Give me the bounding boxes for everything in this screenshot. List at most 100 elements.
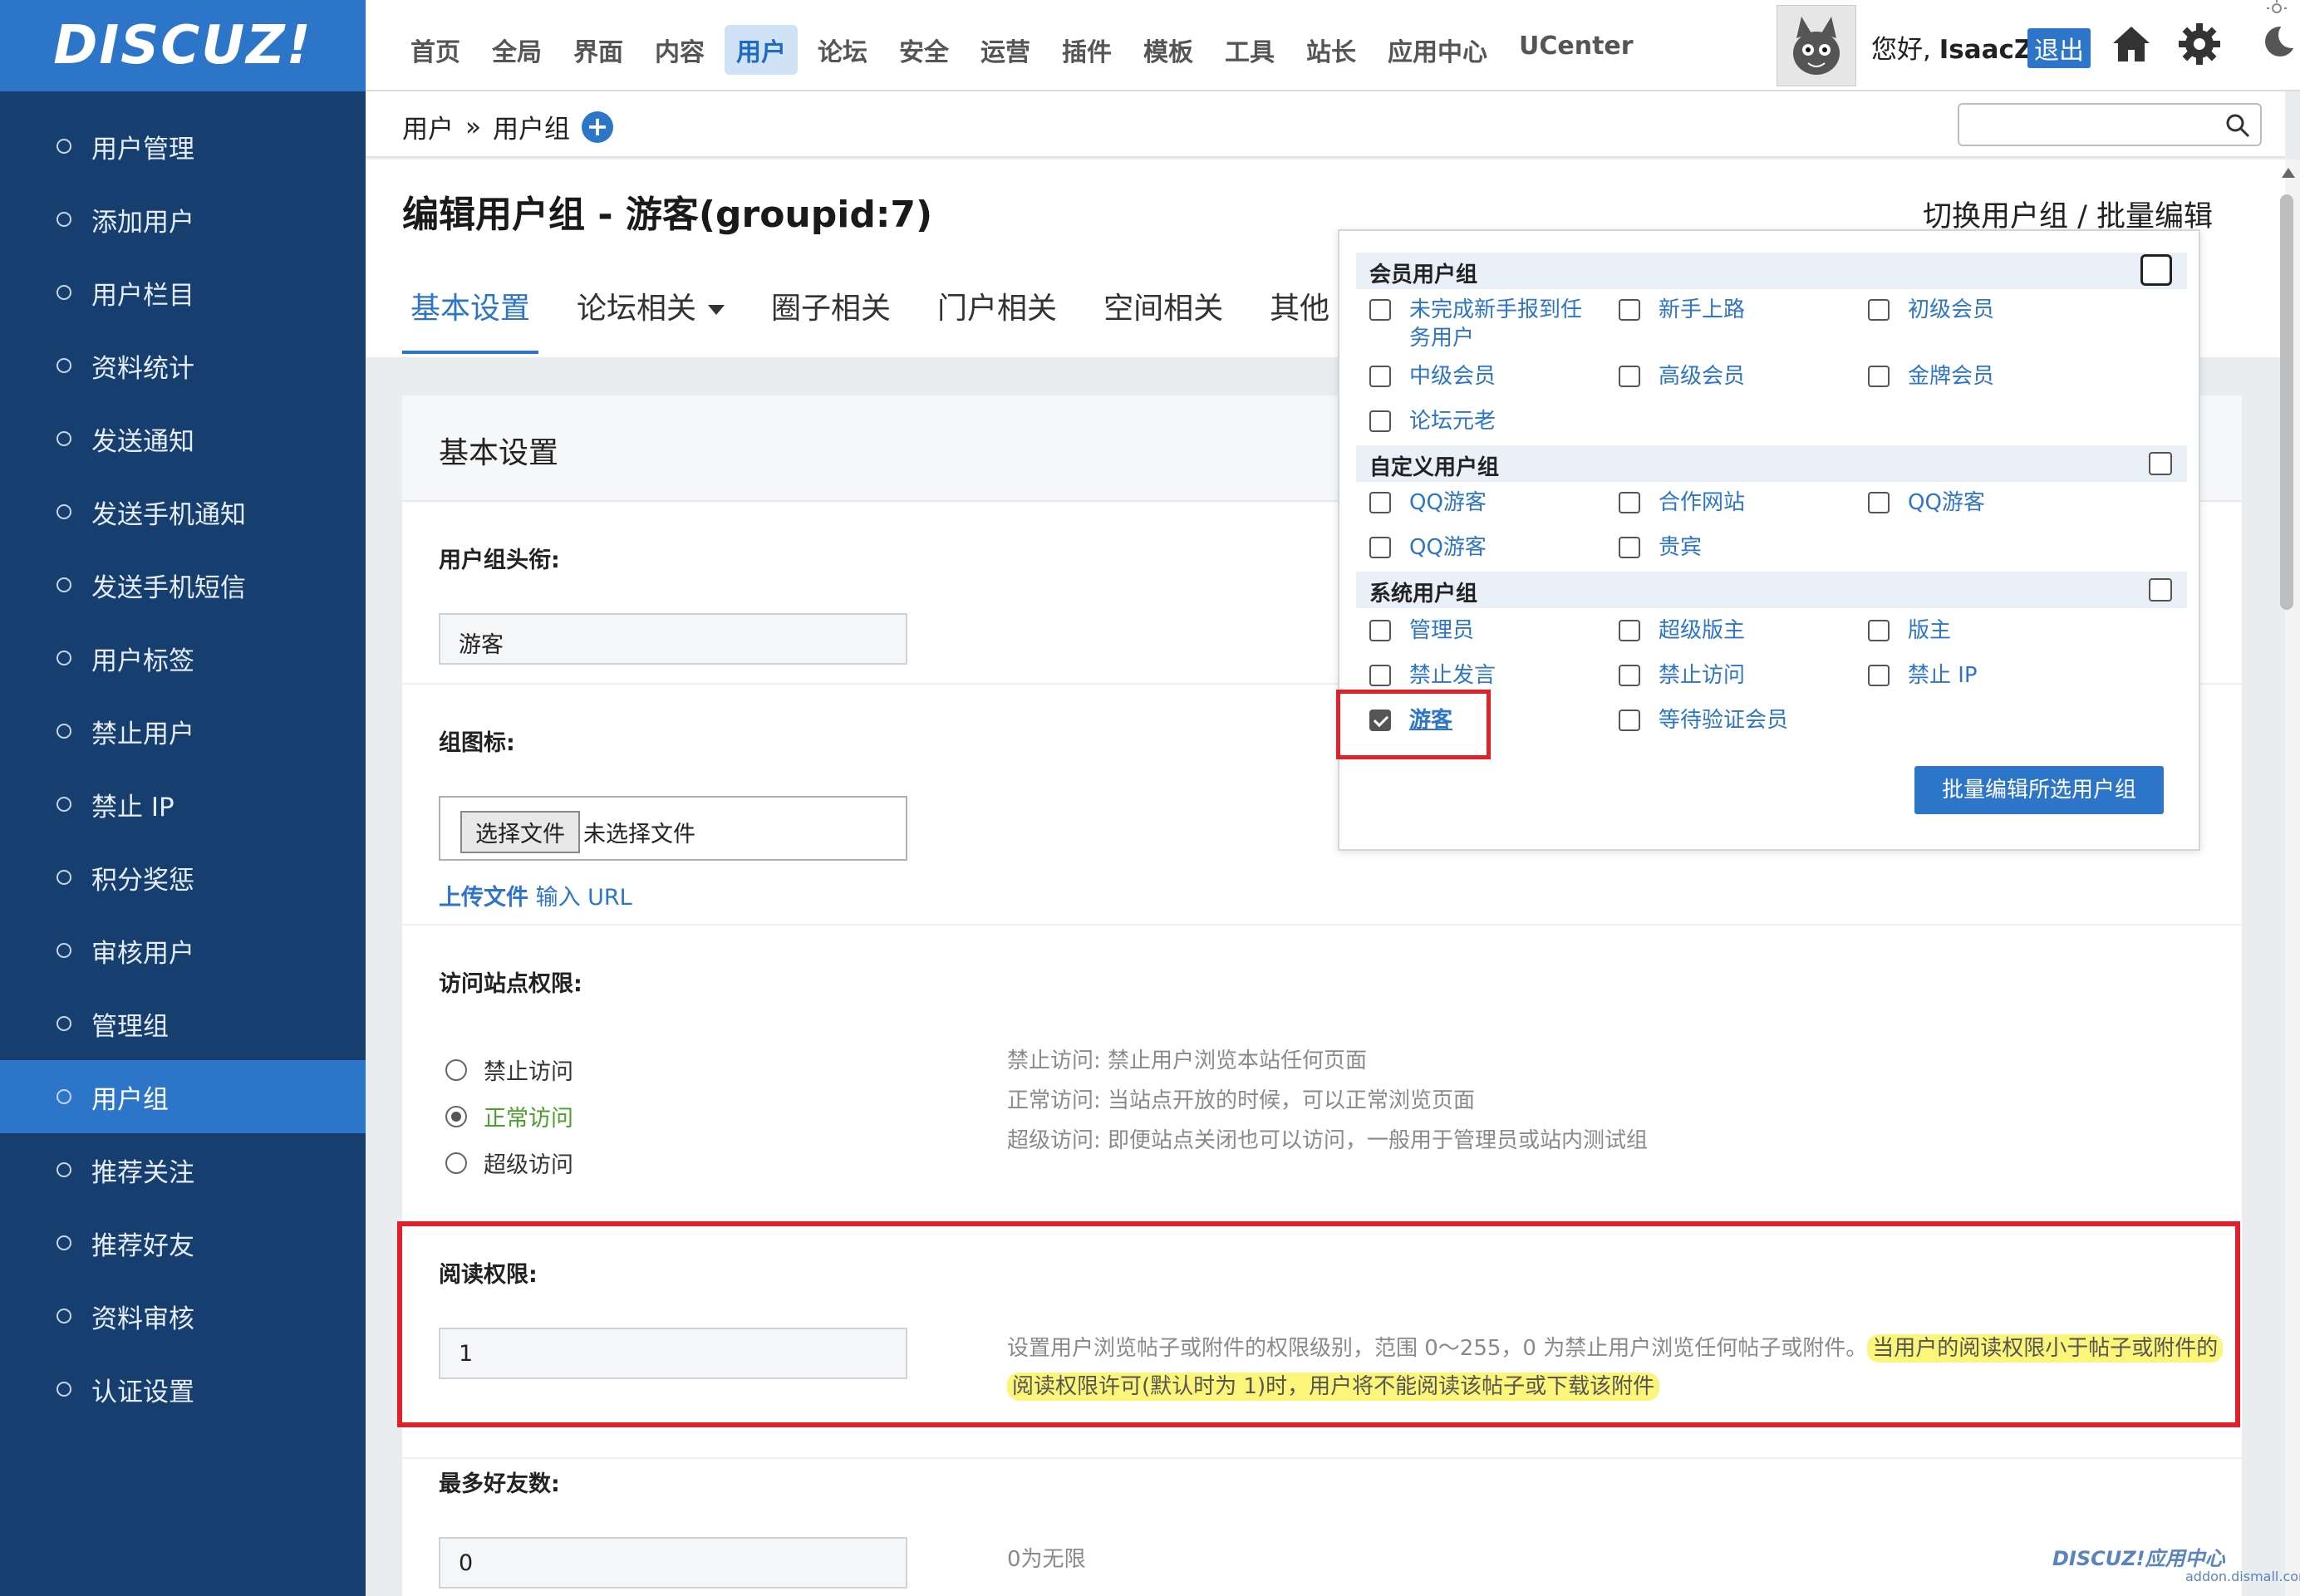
option-label[interactable]: 高级会员 <box>1659 362 1745 390</box>
group-option[interactable]: 新手上路 <box>1619 296 1745 324</box>
scroll-up-icon[interactable] <box>2282 168 2295 178</box>
nav-users[interactable]: 用户 <box>725 25 798 75</box>
input-url-link[interactable]: 输入 URL <box>528 885 632 911</box>
sidebar-item-review-users[interactable]: 审核用户 <box>0 914 366 987</box>
sidebar-item-verification-settings[interactable]: 认证设置 <box>0 1353 366 1426</box>
sidebar-item-user-columns[interactable]: 用户栏目 <box>0 256 366 329</box>
sidebar-item-user-groups[interactable]: 用户组 <box>0 1060 366 1133</box>
option-label[interactable]: 论坛元老 <box>1409 407 1496 435</box>
group-option[interactable]: 初级会员 <box>1868 296 1994 324</box>
group-option[interactable]: 管理员 <box>1369 616 1474 645</box>
sidebar-item-user-management[interactable]: 用户管理 <box>0 110 366 183</box>
checkbox[interactable] <box>1619 665 1640 686</box>
sidebar-item-profile-review[interactable]: 资料审核 <box>0 1279 366 1353</box>
checkbox[interactable] <box>1619 620 1640 641</box>
nav-operation[interactable]: 运营 <box>969 25 1042 75</box>
theme-toggle-icon[interactable] <box>2243 0 2300 66</box>
group-option[interactable]: 禁止发言 <box>1369 661 1496 690</box>
sidebar-item-credit-rewards[interactable]: 积分奖惩 <box>0 841 366 914</box>
tab-forum[interactable]: 论坛相关 <box>568 284 733 354</box>
select-all-member-checkbox[interactable] <box>2140 254 2172 286</box>
checkbox[interactable] <box>1369 410 1391 432</box>
group-option[interactable]: 高级会员 <box>1619 362 1745 390</box>
sidebar-item-recommend-friends[interactable]: 推荐好友 <box>0 1206 366 1279</box>
option-label[interactable]: 初级会员 <box>1908 296 1994 324</box>
checkbox[interactable] <box>1369 537 1391 558</box>
nav-interface[interactable]: 界面 <box>562 25 635 75</box>
radio-button[interactable] <box>445 1105 467 1127</box>
tab-space[interactable]: 空间相关 <box>1095 284 1231 354</box>
radio-button[interactable] <box>445 1058 467 1081</box>
breadcrumb-users[interactable]: 用户 <box>402 108 454 145</box>
option-label[interactable]: 金牌会员 <box>1908 362 1994 390</box>
nav-webmaster[interactable]: 站长 <box>1295 25 1368 75</box>
group-option[interactable]: 论坛元老 <box>1369 407 1496 435</box>
search-icon[interactable] <box>2225 113 2250 138</box>
batch-edit-button[interactable]: 批量编辑所选用户组 <box>1914 766 2164 814</box>
option-label[interactable]: 未完成新手报到任务用户 <box>1409 296 1594 352</box>
group-option[interactable]: 版主 <box>1868 616 1951 645</box>
checkbox[interactable] <box>1619 710 1640 731</box>
sidebar-item-send-sms[interactable]: 发送手机短信 <box>0 548 366 621</box>
upload-file-link[interactable]: 上传文件 <box>439 885 528 911</box>
sidebar-item-ban-user[interactable]: 禁止用户 <box>0 695 366 768</box>
group-option[interactable]: 等待验证会员 <box>1619 706 1788 734</box>
group-option[interactable]: 中级会员 <box>1369 362 1496 390</box>
tab-circles[interactable]: 圈子相关 <box>763 284 899 354</box>
option-label[interactable]: 等待验证会员 <box>1659 706 1788 734</box>
option-label[interactable]: 新手上路 <box>1659 296 1745 324</box>
group-option[interactable]: QQ游客 <box>1868 489 1985 517</box>
nav-home[interactable]: 首页 <box>399 25 472 75</box>
checkbox[interactable] <box>1619 492 1640 513</box>
group-option[interactable]: 禁止访问 <box>1619 661 1745 690</box>
sidebar-item-recommend-follow[interactable]: 推荐关注 <box>0 1133 366 1206</box>
group-option[interactable]: 合作网站 <box>1619 489 1745 517</box>
option-label[interactable]: 禁止发言 <box>1409 661 1496 690</box>
avatar[interactable] <box>1777 5 1856 86</box>
option-label[interactable]: 管理员 <box>1409 616 1474 645</box>
select-all-system-checkbox[interactable] <box>2149 578 2172 602</box>
checkbox[interactable] <box>1369 299 1391 321</box>
scrollbar-thumb[interactable] <box>2280 194 2293 610</box>
radio-normal-access[interactable]: 正常访问 <box>445 1100 573 1132</box>
checkbox[interactable] <box>1619 366 1640 387</box>
gear-icon[interactable] <box>2177 22 2222 66</box>
option-label[interactable]: 禁止访问 <box>1659 661 1745 690</box>
nav-global[interactable]: 全局 <box>480 25 553 75</box>
group-option[interactable]: 超级版主 <box>1619 616 1745 645</box>
tab-basic-settings[interactable]: 基本设置 <box>402 284 539 354</box>
nav-ucenter[interactable]: UCenter <box>1507 25 1645 75</box>
option-label[interactable]: QQ游客 <box>1908 489 1985 517</box>
sidebar-item-ban-ip[interactable]: 禁止 IP <box>0 768 366 841</box>
radio-no-access[interactable]: 禁止访问 <box>445 1053 573 1086</box>
radio-button[interactable] <box>445 1152 467 1174</box>
option-label[interactable]: 超级版主 <box>1659 616 1745 645</box>
choose-file-button[interactable]: 选择文件 <box>460 811 580 853</box>
checkbox[interactable] <box>1369 492 1391 513</box>
discuz-logo[interactable]: DISCUZ! <box>0 0 366 91</box>
home-icon[interactable] <box>2111 23 2152 65</box>
group-option[interactable]: 禁止 IP <box>1868 661 1978 690</box>
select-all-custom-checkbox[interactable] <box>2149 452 2172 475</box>
checkbox[interactable] <box>1868 366 1890 387</box>
checkbox[interactable] <box>1369 366 1391 387</box>
logout-button[interactable]: 退出 <box>2027 28 2091 68</box>
sidebar-item-admin-groups[interactable]: 管理组 <box>0 987 366 1060</box>
option-label[interactable]: 中级会员 <box>1409 362 1496 390</box>
add-shortcut-button[interactable]: + <box>581 110 613 143</box>
nav-tools[interactable]: 工具 <box>1213 25 1286 75</box>
checkbox[interactable] <box>1619 299 1640 321</box>
checkbox[interactable] <box>1369 620 1391 641</box>
checkbox[interactable] <box>1868 665 1890 686</box>
nav-app-center[interactable]: 应用中心 <box>1376 25 1499 75</box>
option-label[interactable]: 禁止 IP <box>1908 661 1978 690</box>
option-label[interactable]: 合作网站 <box>1659 489 1745 517</box>
radio-super-access[interactable]: 超级访问 <box>445 1147 573 1179</box>
nav-content[interactable]: 内容 <box>643 25 716 75</box>
group-option[interactable]: 金牌会员 <box>1868 362 1994 390</box>
nav-forum[interactable]: 论坛 <box>806 25 879 75</box>
group-option[interactable]: QQ游客 <box>1369 533 1487 562</box>
sidebar-item-send-mobile-notice[interactable]: 发送手机通知 <box>0 475 366 548</box>
nav-templates[interactable]: 模板 <box>1132 25 1205 75</box>
checkbox[interactable] <box>1619 537 1640 558</box>
